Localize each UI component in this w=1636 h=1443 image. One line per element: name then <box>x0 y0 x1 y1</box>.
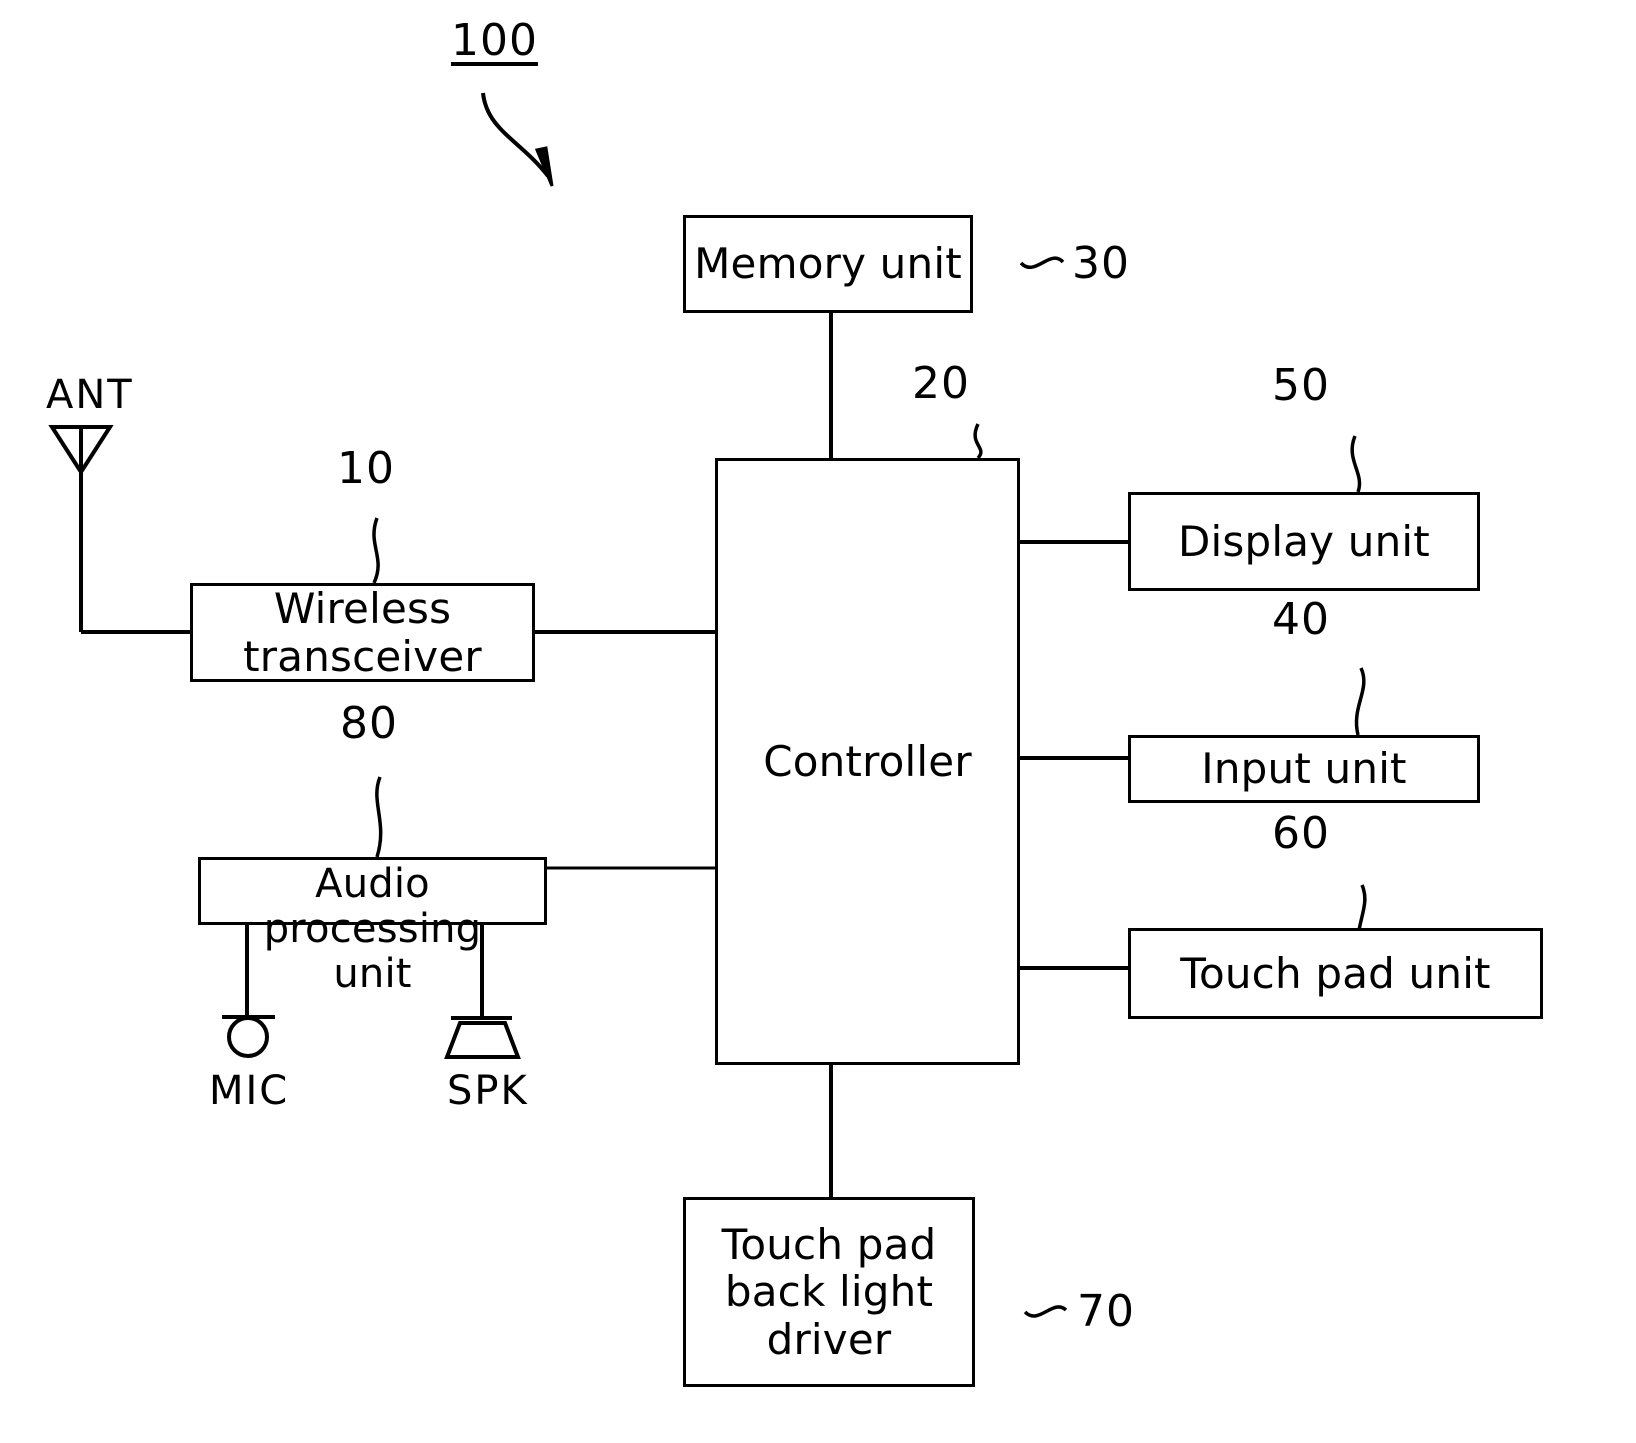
ref-numeral-40: 40 <box>1272 594 1330 645</box>
ref-numeral-80: 80 <box>340 698 398 749</box>
leader-line-40 <box>1354 667 1366 736</box>
antenna-icon <box>48 425 190 634</box>
block-input-unit[interactable]: Input unit <box>1128 735 1480 803</box>
terminal-label-spk: SPK <box>447 1068 529 1114</box>
block-touch-pad-unit[interactable]: Touch pad unit <box>1128 928 1543 1019</box>
leader-line-20 <box>973 423 983 460</box>
block-label-touch-pad-unit: Touch pad unit <box>1180 948 1491 998</box>
leader-line-70 <box>1023 1305 1068 1318</box>
leader-line-10 <box>372 517 380 584</box>
ref-numeral-60: 60 <box>1272 808 1330 859</box>
block-label-memory-unit: Memory unit <box>694 239 962 289</box>
leader-line-50 <box>1350 435 1362 493</box>
leader-line-30 <box>1019 256 1065 270</box>
ref-numeral-10: 10 <box>337 443 395 494</box>
ref-numeral-20: 20 <box>912 358 970 409</box>
patent-figure-canvas: Memory unit Controller Wireless transcei… <box>0 0 1636 1443</box>
block-controller[interactable]: Controller <box>715 458 1020 1065</box>
block-audio-processing-unit[interactable]: Audio processing unit <box>198 857 547 996</box>
block-wireless-transceiver[interactable]: Wireless transceiver <box>190 583 535 682</box>
block-label-wireless-transceiver: Wireless transceiver <box>243 584 482 681</box>
block-touch-pad-back-light-driver[interactable]: Touch pad back light driver <box>683 1197 975 1387</box>
block-label-input-unit: Input unit <box>1201 744 1407 794</box>
block-label-audio-processing-unit: Audio processing unit <box>263 861 482 997</box>
ref-numeral-30: 30 <box>1072 238 1130 289</box>
block-display-unit[interactable]: Display unit <box>1128 492 1480 591</box>
terminal-label-ant: ANT <box>46 372 134 418</box>
block-memory-unit[interactable]: Memory unit <box>683 215 973 313</box>
ref-numeral-70: 70 <box>1077 1286 1135 1337</box>
figure-ref-arrow <box>481 92 554 187</box>
ref-numeral-50: 50 <box>1272 360 1330 411</box>
block-label-display-unit: Display unit <box>1178 516 1430 566</box>
block-label-controller: Controller <box>763 736 972 786</box>
block-label-touch-pad-back-light-driver: Touch pad back light driver <box>721 1220 937 1364</box>
terminal-label-mic: MIC <box>209 1068 290 1114</box>
leader-line-80 <box>375 776 383 858</box>
ref-numeral-100: 100 <box>451 15 538 66</box>
